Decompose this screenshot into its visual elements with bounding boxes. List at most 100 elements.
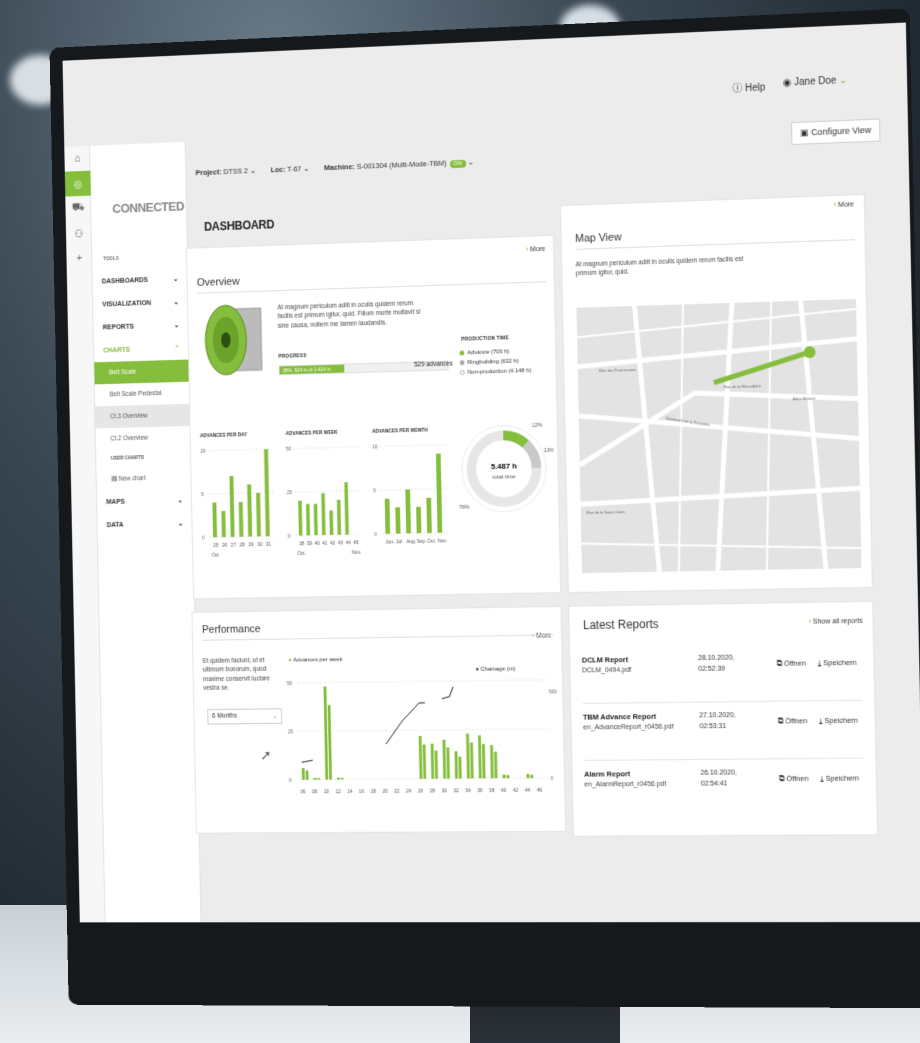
legend-label: Ringbuilding (632 h)	[467, 358, 519, 367]
sidebar-subitem-belt-scale-pedestal[interactable]: Belt Scale Pedestal	[95, 382, 190, 407]
circle-icon[interactable]: ◎	[64, 170, 91, 197]
sidebar-item-label: DATA	[106, 521, 124, 529]
configure-view-button[interactable]: ▣ Configure View	[791, 118, 881, 145]
bar	[305, 770, 309, 780]
bar	[384, 498, 391, 534]
performance-chart: ● Advances per week ● Chainage (m) 0 25 50…	[287, 657, 557, 795]
sidebar-item-visualization[interactable]: VISUALIZATION ⌄	[93, 290, 188, 316]
bar	[337, 777, 340, 780]
tick-label: 12	[335, 789, 341, 795]
home-icon[interactable]: ⌂	[64, 146, 90, 172]
save-button[interactable]: ⤓ Speichern	[818, 658, 857, 668]
chevron-down-icon: ⌄	[173, 299, 179, 307]
donut-pct: 76%	[459, 505, 470, 511]
project-label: Project:	[195, 167, 222, 178]
tick-label: 34	[465, 788, 471, 794]
tick-label: 5	[373, 488, 376, 494]
donut-pct: 12%	[532, 423, 543, 429]
tick-label: Nov.	[438, 538, 448, 544]
tick-label: 36	[477, 788, 483, 794]
show-all-reports-link[interactable]: Show all reports	[809, 618, 863, 626]
open-button[interactable]: ⧉ Öffnen	[778, 716, 808, 726]
bar	[530, 774, 534, 779]
loc-selector[interactable]: Loc: T-67 ⌄	[271, 164, 310, 175]
report-row: DCLM Report DCLM_0494.pdf 28.10.2020, 02:…	[582, 652, 862, 675]
donut-pct: 13%	[544, 448, 555, 454]
bar	[477, 735, 482, 779]
period-select[interactable]: 6 Months ⌄	[207, 708, 283, 725]
report-date-day: 28.10.2020,	[698, 654, 735, 663]
tick-label: 18	[371, 789, 377, 795]
save-label: Speichern	[825, 773, 860, 783]
bar	[256, 492, 261, 537]
tick-label: 0	[288, 534, 291, 540]
sidebar-subitem-belt-scale[interactable]: Belt Scale	[94, 359, 190, 385]
bar	[422, 744, 427, 779]
bar	[323, 686, 329, 780]
plus-icon[interactable]: +	[66, 245, 92, 271]
top-right-menu: ⓘ Help ◉ Jane Doe ⌄	[732, 75, 847, 95]
tick-label: 50	[286, 447, 292, 453]
open-button[interactable]: ⧉ Öffnen	[777, 659, 807, 669]
new-chart-link[interactable]: ▤ New chart	[96, 465, 191, 490]
chart-title: ADVANCES PER MONTH	[372, 427, 428, 434]
project-selector[interactable]: Project: DTSS 2 ⌄	[195, 166, 255, 178]
breadcrumb: Project: DTSS 2 ⌄ Loc: T-67 ⌄ Machine: S…	[195, 158, 473, 179]
bar	[298, 500, 303, 536]
bar	[305, 503, 311, 536]
sidebar-subitem-ct3-overview[interactable]: Ct.3 Overview	[95, 403, 191, 429]
sidebar-item-dashboards[interactable]: DASHBOARDS ⌄	[92, 267, 187, 293]
help-link[interactable]: ⓘ Help	[732, 79, 765, 95]
machine-selector[interactable]: Machine: S-001304 (Multi-Mode-TBM) ON ⌄	[324, 158, 474, 174]
tick-label: 26	[222, 543, 228, 549]
bar	[327, 705, 332, 780]
bar	[405, 489, 411, 534]
sidebar-item-data[interactable]: DATA ⌄	[97, 512, 192, 537]
bar	[470, 742, 474, 779]
map-more-link[interactable]: More	[834, 201, 854, 209]
bar	[344, 482, 349, 535]
tick-label: 44	[345, 540, 351, 546]
sidebar: CONNECTED TOOLS DASHBOARDS ⌄ VISUALIZATIO…	[89, 141, 202, 923]
legend-dot	[459, 370, 465, 376]
overview-more-link[interactable]: More	[526, 246, 545, 254]
mouse-cursor-icon: ➚	[260, 747, 272, 763]
grid-line	[298, 680, 546, 683]
report-date-day: 27.10.2020,	[699, 712, 736, 720]
bar	[454, 751, 458, 779]
chart-title: ADVANCES PER WEEK	[286, 430, 339, 437]
project-value: DTSS 2	[223, 166, 248, 177]
bar	[212, 502, 218, 538]
divider	[202, 634, 554, 641]
sidebar-item-reports[interactable]: REPORTS ⌄	[93, 313, 188, 339]
tick-label: 0	[550, 776, 553, 782]
save-button[interactable]: ⤓ Speichern	[819, 716, 858, 726]
tick-label: 27	[231, 543, 237, 549]
overview-card: More Overview At magnum periculum adiit …	[185, 234, 562, 600]
monitor: ⌂ ◎ ⛟ ⚇ + CONNECTED TOOLS DASHBOARDS ⌄ VI…	[49, 8, 920, 1009]
cart-icon[interactable]: ⛟	[65, 196, 91, 222]
sidebar-item-maps[interactable]: MAPS ⌄	[97, 489, 192, 514]
open-button[interactable]: ⧉ Öffnen	[779, 774, 809, 784]
save-button[interactable]: ⤓ Speichern	[820, 774, 859, 784]
reports-card: Latest Reports Show all reports DCLM Rep…	[568, 600, 879, 837]
sidebar-item-charts[interactable]: CHARTS ⌃	[94, 336, 189, 362]
chevron-down-icon: ⌄	[173, 322, 180, 330]
chevron-down-icon: ⌄	[272, 713, 278, 721]
tick-label: 46	[537, 788, 543, 794]
bar	[221, 511, 226, 538]
map[interactable]: Rue des Franciscains Boulevard de la Boi…	[576, 298, 862, 574]
bar	[426, 497, 432, 533]
sidebar-subitem-ct2-overview[interactable]: Ct.2 Overview	[96, 426, 191, 451]
sidebar-item-label: REPORTS	[102, 323, 134, 331]
tick-label: Aug.	[406, 539, 416, 545]
divider	[197, 281, 547, 294]
axis-sublabel: Oct.	[212, 553, 221, 559]
tick-label: 0	[289, 778, 292, 784]
chevron-up-icon: ⌃	[174, 345, 180, 353]
open-label: Öffnen	[786, 773, 809, 784]
chevron-down-icon: ⌄	[177, 497, 183, 505]
user-menu[interactable]: ◉ Jane Doe ⌄	[783, 75, 848, 93]
tick-label: 08	[312, 789, 318, 795]
network-icon[interactable]: ⚇	[66, 220, 92, 246]
